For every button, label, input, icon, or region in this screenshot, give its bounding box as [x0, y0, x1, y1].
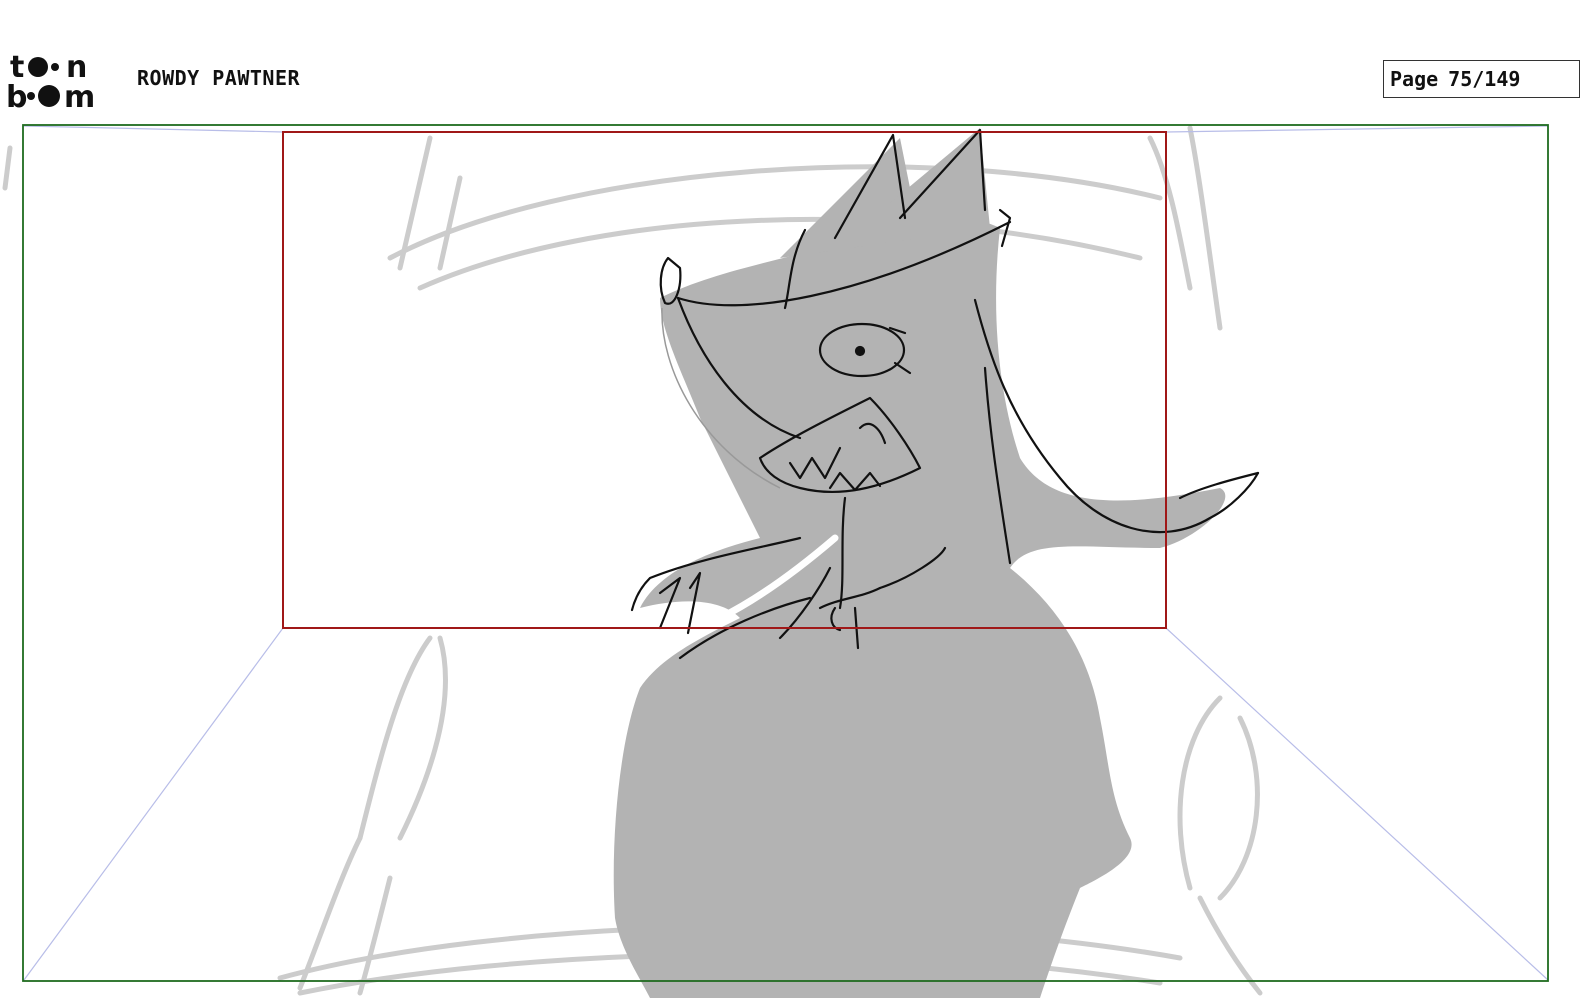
storyboard-header: t n b m ROWDY PAWTNER Page 75/149: [0, 0, 1582, 120]
page-label: Page: [1390, 67, 1439, 91]
project-title: ROWDY PAWTNER: [137, 66, 301, 90]
page-indicator: Page 75/149: [1383, 60, 1580, 98]
svg-text:m: m: [64, 80, 95, 110]
toonboom-logo: t n b m: [6, 50, 95, 110]
panel-drawing: [2, 124, 1549, 998]
page-number: 75/149: [1448, 67, 1521, 91]
svg-text:b: b: [6, 80, 27, 110]
storyboard-panel: [0, 118, 1582, 998]
